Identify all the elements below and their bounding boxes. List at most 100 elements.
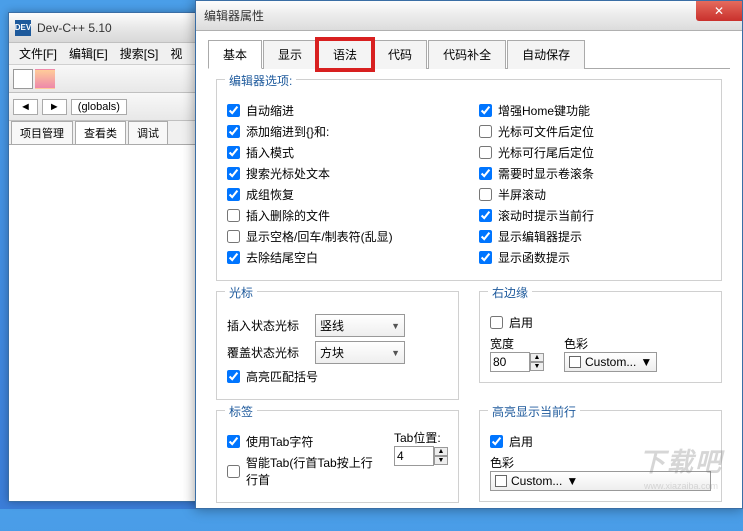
chk-group-undo[interactable] — [227, 188, 240, 201]
chk-show-scrollbar[interactable] — [479, 167, 492, 180]
input-tab-pos[interactable] — [394, 446, 434, 466]
toolbar-secondary: ◄ ► (globals) — [9, 93, 207, 121]
spin-margin-width[interactable]: ▲▼ — [490, 352, 544, 372]
right-options-column: 增强Home键功能 光标可文件后定位 光标可行尾后定位 需要时显示卷滚条 半屏滚… — [479, 98, 711, 270]
toolbar — [9, 65, 207, 93]
group-title-cursor: 光标 — [225, 284, 257, 301]
lbl-margin-color: 色彩 — [564, 335, 657, 352]
tab-display[interactable]: 显示 — [263, 40, 317, 69]
group-highlight-line: 高亮显示当前行 启用 色彩 Custom...▼ — [479, 410, 722, 502]
chk-margin-enable[interactable] — [490, 316, 503, 329]
chk-editor-hints[interactable] — [479, 230, 492, 243]
spin-up-icon[interactable]: ▲ — [434, 447, 448, 456]
app-icon: DEV — [15, 20, 31, 36]
combo-highlight-line-color[interactable]: Custom...▼ — [490, 471, 711, 491]
lbl-add-indent: 添加缩进到{}和: — [246, 123, 329, 140]
lbl-trim-trailing: 去除结尾空白 — [246, 249, 318, 266]
group-title-right-margin: 右边缘 — [488, 284, 532, 301]
lbl-auto-indent: 自动缩进 — [246, 102, 294, 119]
main-window: DEV Dev-C++ 5.10 文件[F] 编辑[E] 搜索[S] 视 ◄ ►… — [8, 12, 208, 502]
color-swatch-icon — [569, 356, 581, 368]
lbl-margin-enable: 启用 — [509, 314, 533, 331]
lbl-editor-hints: 显示编辑器提示 — [498, 228, 582, 245]
chk-enhanced-home[interactable] — [479, 104, 492, 117]
group-title-highlight-line: 高亮显示当前行 — [488, 403, 580, 420]
lbl-show-whitespace: 显示空格/回车/制表符(乱显) — [246, 228, 393, 245]
combo-overwrite-cursor[interactable]: 方块▼ — [315, 341, 405, 364]
project-panel — [9, 145, 207, 445]
input-margin-width[interactable] — [490, 352, 530, 372]
lbl-insert-cursor: 插入状态光标 — [227, 317, 307, 334]
group-cursor: 光标 插入状态光标 竖线▼ 覆盖状态光标 方块▼ 高亮匹配括号 — [216, 291, 459, 400]
project-tabs: 项目管理 查看类 调试 — [9, 121, 207, 145]
chk-smart-tab[interactable] — [227, 465, 240, 478]
group-tabs: 标签 使用Tab字符 智能Tab(行首Tab按上行行首 Tab位置: ▲▼ — [216, 410, 459, 503]
chk-cursor-past-eol[interactable] — [479, 146, 492, 159]
menubar: 文件[F] 编辑[E] 搜索[S] 视 — [9, 43, 207, 65]
menu-view[interactable]: 视 — [164, 43, 188, 64]
lbl-smart-tab: 智能Tab(行首Tab按上行行首 — [246, 454, 374, 488]
fwd-dropdown[interactable]: ► — [42, 99, 67, 115]
combo-margin-color[interactable]: Custom...▼ — [564, 352, 657, 372]
dialog-titlebar[interactable]: 编辑器属性 ✕ — [196, 1, 742, 31]
menu-file[interactable]: 文件[F] — [13, 43, 63, 64]
chk-scroll-hint[interactable] — [479, 209, 492, 222]
chk-auto-indent[interactable] — [227, 104, 240, 117]
lbl-half-page-scroll: 半屏滚动 — [498, 186, 546, 203]
lbl-show-scrollbar: 需要时显示卷滚条 — [498, 165, 594, 182]
lbl-overwrite-cursor: 覆盖状态光标 — [227, 344, 307, 361]
group-title-tabs: 标签 — [225, 403, 257, 420]
menu-search[interactable]: 搜索[S] — [114, 43, 165, 64]
lbl-insert-deleted: 插入删除的文件 — [246, 207, 330, 224]
open-file-button[interactable] — [35, 69, 55, 89]
chk-use-tab[interactable] — [227, 435, 240, 448]
combo-insert-cursor[interactable]: 竖线▼ — [315, 314, 405, 337]
tab-code[interactable]: 代码 — [373, 40, 427, 69]
chk-function-hints[interactable] — [479, 251, 492, 264]
dialog-title: 编辑器属性 — [204, 7, 264, 24]
tab-code-completion[interactable]: 代码补全 — [428, 40, 506, 69]
group-title-editor-options: 编辑器选项: — [225, 72, 296, 89]
tab-project-management[interactable]: 项目管理 — [11, 121, 73, 144]
lbl-highlight-line-color: 色彩 — [490, 454, 711, 471]
chk-half-page-scroll[interactable] — [479, 188, 492, 201]
chk-search-cursor[interactable] — [227, 167, 240, 180]
spin-down-icon[interactable]: ▼ — [530, 362, 544, 371]
chk-show-whitespace[interactable] — [227, 230, 240, 243]
tab-basic[interactable]: 基本 — [208, 40, 262, 69]
chk-cursor-past-eof[interactable] — [479, 125, 492, 138]
main-titlebar[interactable]: DEV Dev-C++ 5.10 — [9, 13, 207, 43]
new-file-button[interactable] — [13, 69, 33, 89]
main-title: Dev-C++ 5.10 — [37, 21, 112, 35]
chk-highlight-bracket[interactable] — [227, 370, 240, 383]
group-right-margin: 右边缘 启用 宽度 ▲▼ 色彩 — [479, 291, 722, 383]
spin-tab-pos[interactable]: ▲▼ — [394, 446, 448, 466]
chk-insert-mode[interactable] — [227, 146, 240, 159]
lbl-highlight-bracket: 高亮匹配括号 — [246, 368, 318, 385]
lbl-highlight-line-enable: 启用 — [509, 433, 533, 450]
lbl-enhanced-home: 增强Home键功能 — [498, 102, 590, 119]
lbl-scroll-hint: 滚动时提示当前行 — [498, 207, 594, 224]
globals-dropdown[interactable]: (globals) — [71, 99, 127, 115]
chevron-down-icon: ▼ — [566, 474, 578, 488]
chk-add-indent[interactable] — [227, 125, 240, 138]
tab-syntax[interactable]: 语法 — [318, 40, 372, 69]
spin-up-icon[interactable]: ▲ — [530, 353, 544, 362]
lbl-function-hints: 显示函数提示 — [498, 249, 570, 266]
lbl-tab-pos: Tab位置: — [394, 429, 448, 446]
chk-trim-trailing[interactable] — [227, 251, 240, 264]
menu-edit[interactable]: 编辑[E] — [63, 43, 114, 64]
spin-down-icon[interactable]: ▼ — [434, 456, 448, 465]
chevron-down-icon: ▼ — [640, 355, 652, 369]
chevron-down-icon: ▼ — [391, 321, 400, 331]
tab-content: 编辑器选项: 自动缩进 添加缩进到{}和: 插入模式 搜索光标处文本 成组恢复 … — [208, 69, 730, 523]
chk-insert-deleted[interactable] — [227, 209, 240, 222]
back-dropdown[interactable]: ◄ — [13, 99, 38, 115]
close-button[interactable]: ✕ — [696, 1, 742, 21]
tab-debug[interactable]: 调试 — [128, 121, 168, 144]
tab-autosave[interactable]: 自动保存 — [507, 40, 585, 69]
chevron-down-icon: ▼ — [391, 348, 400, 358]
chk-highlight-line-enable[interactable] — [490, 435, 503, 448]
lbl-cursor-past-eof: 光标可文件后定位 — [498, 123, 594, 140]
tab-class-view[interactable]: 查看类 — [75, 121, 126, 144]
